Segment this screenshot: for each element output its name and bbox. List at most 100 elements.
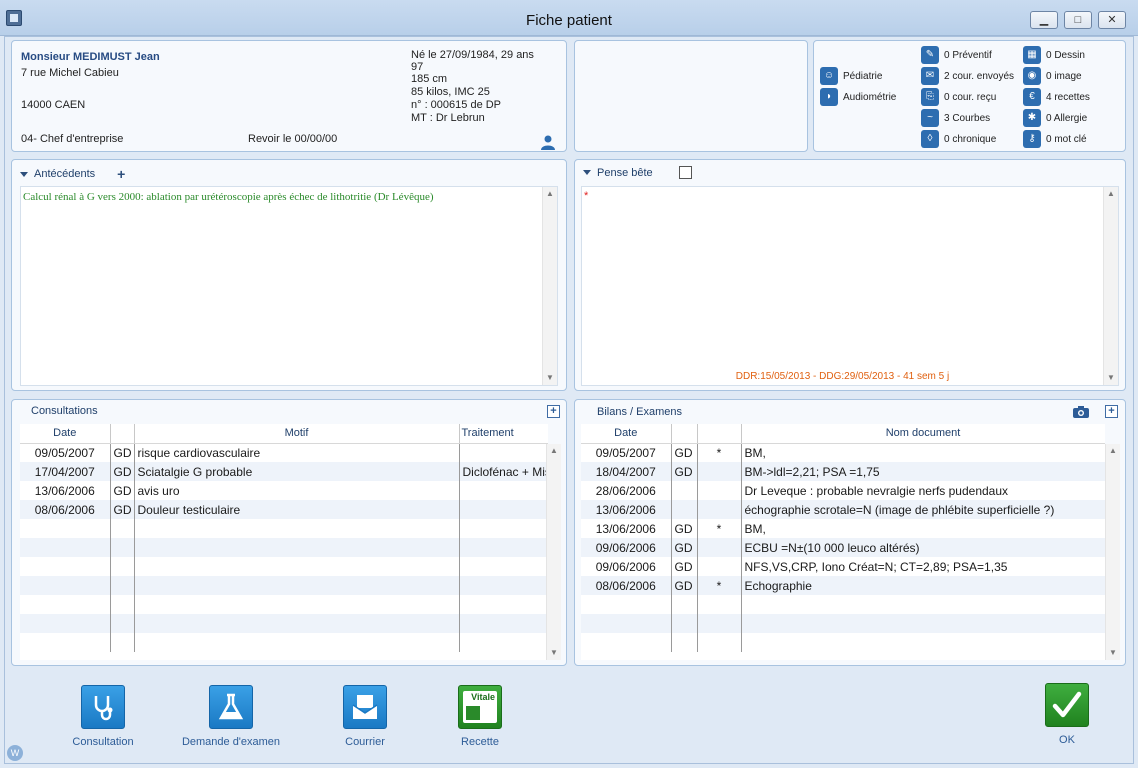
vitale-card-icon[interactable]: Vitale (458, 685, 502, 729)
col-flag[interactable] (697, 424, 742, 444)
table-row[interactable] (20, 519, 548, 538)
collapse-icon[interactable] (20, 171, 28, 177)
consultations-scrollbar[interactable]: ▲ ▼ (546, 444, 561, 660)
bilans-scrollbar[interactable]: ▲ ▼ (1105, 444, 1120, 660)
maximize-button[interactable]: □ (1064, 11, 1092, 29)
flag-mot-cle[interactable]: ⚷ 0 mot clé (1023, 130, 1087, 148)
flask-icon[interactable] (209, 685, 253, 729)
key-icon: ⚷ (1023, 130, 1041, 148)
patient-profession: 04- Chef d'entreprise (21, 133, 124, 145)
antecedents-scrollbar[interactable]: ▲ ▼ (542, 187, 557, 385)
table-row[interactable]: 13/06/2006 GD * BM, (581, 519, 1105, 538)
consultation-action[interactable]: Consultation (65, 685, 141, 748)
courrier-action[interactable]: Courrier (327, 685, 403, 748)
scroll-down-icon[interactable]: ▼ (1104, 371, 1118, 385)
col-traitement[interactable]: Traitement (459, 424, 548, 444)
table-row[interactable] (581, 633, 1105, 652)
table-row[interactable]: 17/04/2007 GD Sciatalgie G probable Dicl… (20, 462, 548, 481)
col-date[interactable]: Date (581, 424, 672, 444)
table-row[interactable]: 09/05/2007 GD * BM, (581, 443, 1105, 462)
table-row[interactable]: 09/06/2006 GD ECBU =N±(10 000 leuco alté… (581, 538, 1105, 557)
cell-document: échographie scrotale=N (image de phlébit… (741, 500, 1105, 519)
table-header: Date Nom document (581, 424, 1105, 444)
flag-audiometrie[interactable]: ◗ Audiométrie (820, 88, 896, 106)
letter-icon[interactable] (343, 685, 387, 729)
scroll-down-icon[interactable]: ▼ (1106, 646, 1120, 660)
flag-recettes[interactable]: € 4 recettes (1023, 88, 1090, 106)
flag-image[interactable]: ◉ 0 image (1023, 67, 1082, 85)
scroll-down-icon[interactable]: ▼ (543, 371, 557, 385)
table-row[interactable]: 08/06/2006 GD * Echographie (581, 576, 1105, 595)
flag-preventif[interactable]: ✎ 0 Préventif (921, 46, 992, 64)
cell-flag (697, 500, 742, 519)
pense-bete-header[interactable]: Pense bête (583, 166, 692, 179)
stethoscope-icon[interactable] (81, 685, 125, 729)
cell-date: 09/05/2007 (20, 443, 111, 462)
cell-traitement (459, 481, 548, 500)
flag-courriers-envoyes[interactable]: ✉ 2 cour. envoyés (921, 67, 1014, 85)
w-badge-icon: W (7, 745, 23, 761)
antecedents-header[interactable]: Antécédents + (20, 166, 125, 182)
person-icon[interactable] (540, 134, 556, 150)
add-bilan-button[interactable]: + (1105, 405, 1118, 418)
cell-flag (697, 481, 742, 500)
table-row[interactable]: 13/06/2006 GD avis uro (20, 481, 548, 500)
table-row[interactable] (20, 557, 548, 576)
col-user[interactable] (671, 424, 698, 444)
scroll-up-icon[interactable]: ▲ (547, 444, 561, 458)
vitale-label: Vitale (471, 692, 495, 702)
ok-action[interactable]: OK (1033, 683, 1101, 746)
antecedents-textarea[interactable]: Calcul rénal à G vers 2000: ablation par… (20, 186, 558, 386)
flag-dessin[interactable]: ▦ 0 Dessin (1023, 46, 1085, 64)
table-row[interactable] (20, 576, 548, 595)
table-row[interactable] (20, 538, 548, 557)
cell-flag: * (697, 576, 742, 595)
syringe-icon: ✎ (921, 46, 939, 64)
table-row[interactable]: 09/05/2007 GD risque cardiovasculaire (20, 443, 548, 462)
table-row[interactable] (20, 633, 548, 652)
scroll-up-icon[interactable]: ▲ (543, 187, 557, 201)
cell-date: 18/04/2007 (581, 462, 672, 481)
flag-allergie[interactable]: ✱ 0 Allergie (1023, 109, 1087, 127)
patient-number: n° : 000615 de DP (411, 99, 502, 111)
camera-icon[interactable] (1072, 405, 1090, 419)
pense-bete-textarea[interactable]: * DDR:15/05/2013 - DDG:29/05/2013 - 41 s… (581, 186, 1119, 386)
flag-pediatrie[interactable]: ☺ Pédiatrie (820, 67, 882, 85)
recette-action[interactable]: Vitale Recette (442, 685, 518, 748)
table-row[interactable] (581, 595, 1105, 614)
close-button[interactable]: ✕ (1098, 11, 1126, 29)
cell-date: 09/06/2006 (581, 538, 672, 557)
table-row[interactable] (581, 614, 1105, 633)
scroll-up-icon[interactable]: ▲ (1106, 444, 1120, 458)
check-icon[interactable] (1045, 683, 1089, 727)
table-row[interactable] (20, 595, 548, 614)
examen-action[interactable]: Demande d'examen (181, 685, 281, 748)
scroll-up-icon[interactable]: ▲ (1104, 187, 1118, 201)
collapse-icon[interactable] (583, 170, 591, 175)
col-nom-document[interactable]: Nom document (741, 424, 1105, 444)
table-row[interactable]: 13/06/2006 échographie scrotale=N (image… (581, 500, 1105, 519)
add-consultation-button[interactable]: + (547, 405, 560, 418)
flag-chronique[interactable]: ◊ 0 chronique (921, 130, 996, 148)
revoir-date: Revoir le 00/00/00 (248, 133, 338, 145)
add-antecedent-button[interactable]: + (117, 166, 125, 182)
table-row[interactable] (20, 614, 548, 633)
table-row[interactable]: 18/04/2007 GD BM->ldl=2,21; PSA =1,75 (581, 462, 1105, 481)
table-row[interactable]: 09/06/2006 GD NFS,VS,CRP, Iono Créat=N; … (581, 557, 1105, 576)
col-user[interactable] (110, 424, 135, 444)
flag-courbes[interactable]: ~ 3 Courbes (921, 109, 990, 127)
scroll-down-icon[interactable]: ▼ (547, 646, 561, 660)
flag-label: Audiométrie (843, 91, 897, 103)
cell-document: NFS,VS,CRP, Iono Créat=N; CT=2,89; PSA=1… (741, 557, 1105, 576)
col-date[interactable]: Date (20, 424, 111, 444)
minimize-button[interactable]: ▁ (1030, 11, 1058, 29)
col-motif[interactable]: Motif (134, 424, 460, 444)
cell-motif: avis uro (134, 481, 460, 500)
flag-courrier-recu[interactable]: ⎘ 0 cour. reçu (921, 88, 996, 106)
table-row[interactable]: 28/06/2006 Dr Leveque : probable nevralg… (581, 481, 1105, 500)
recette-label: Recette (461, 736, 499, 748)
cell-motif: Sciatalgie G probable (134, 462, 460, 481)
pense-bete-scrollbar[interactable]: ▲ ▼ (1103, 187, 1118, 385)
pense-bete-checkbox[interactable] (678, 166, 692, 179)
table-row[interactable]: 08/06/2006 GD Douleur testiculaire (20, 500, 548, 519)
